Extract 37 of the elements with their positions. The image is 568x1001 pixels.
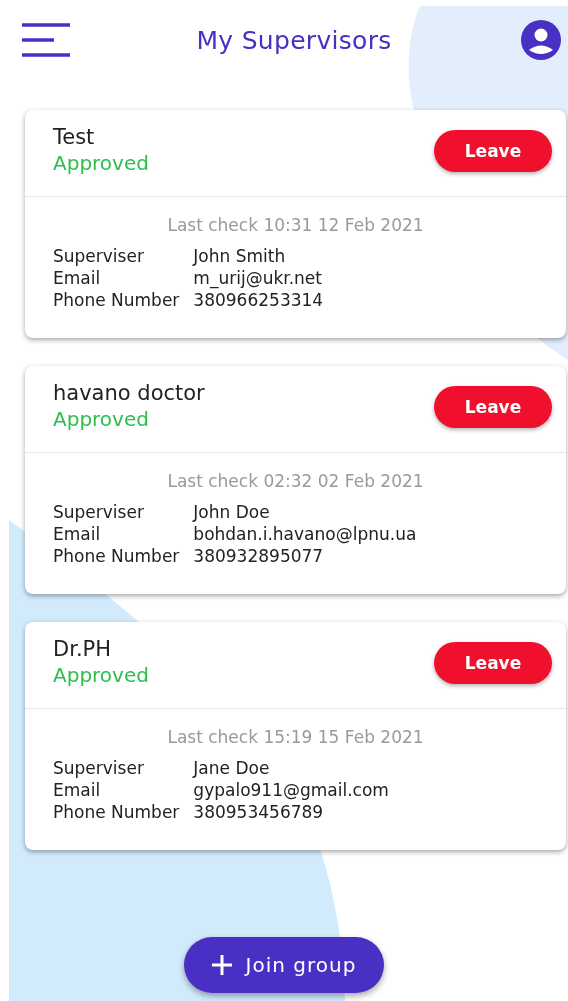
field-value: John Doe [193,501,271,523]
field-value: gypalo911@gmail.com [193,779,390,801]
field-value: m_urij@ukr.net [193,267,323,289]
group-name: Test [53,124,96,150]
leave-button[interactable]: Leave [434,386,552,428]
group-name: havano doctor [53,380,205,406]
field-value: John Smith [193,245,287,267]
field-label: Superviser [53,757,145,779]
status-label: Approved [53,662,149,688]
field-label: Phone Number [53,801,180,823]
field-value: 380953456789 [193,801,325,823]
field-value: 380966253314 [193,289,325,311]
menu-button[interactable] [22,23,70,57]
last-check-text: Last check 02:32 02 Feb 2021 [166,471,425,491]
status-label: Approved [53,150,149,176]
field-label: Email [53,779,102,801]
field-label: Superviser [53,501,145,523]
join-group-button[interactable]: Join group [183,937,385,993]
group-name: Dr.PH [53,636,112,662]
last-check-text: Last check 15:19 15 Feb 2021 [166,727,425,747]
leave-button[interactable]: Leave [434,130,552,172]
leave-button[interactable]: Leave [434,642,552,684]
field-label: Superviser [53,245,145,267]
field-value: Jane Doe [193,757,271,779]
status-label: Approved [53,406,150,432]
field-label: Phone Number [53,289,180,311]
user-icon [518,20,564,60]
last-check-text: Last check 10:31 12 Feb 2021 [166,215,425,235]
field-value: bohdan.i.havano@lpnu.ua [193,523,418,545]
field-label: Email [53,267,102,289]
field-label: Phone Number [53,545,180,567]
field-label: Email [53,523,102,545]
plus-icon [211,955,232,975]
menu-icon [22,23,70,57]
field-value: 380932895077 [193,545,325,567]
profile-button[interactable] [518,20,564,60]
screen-title: My Supervisors [196,25,392,55]
